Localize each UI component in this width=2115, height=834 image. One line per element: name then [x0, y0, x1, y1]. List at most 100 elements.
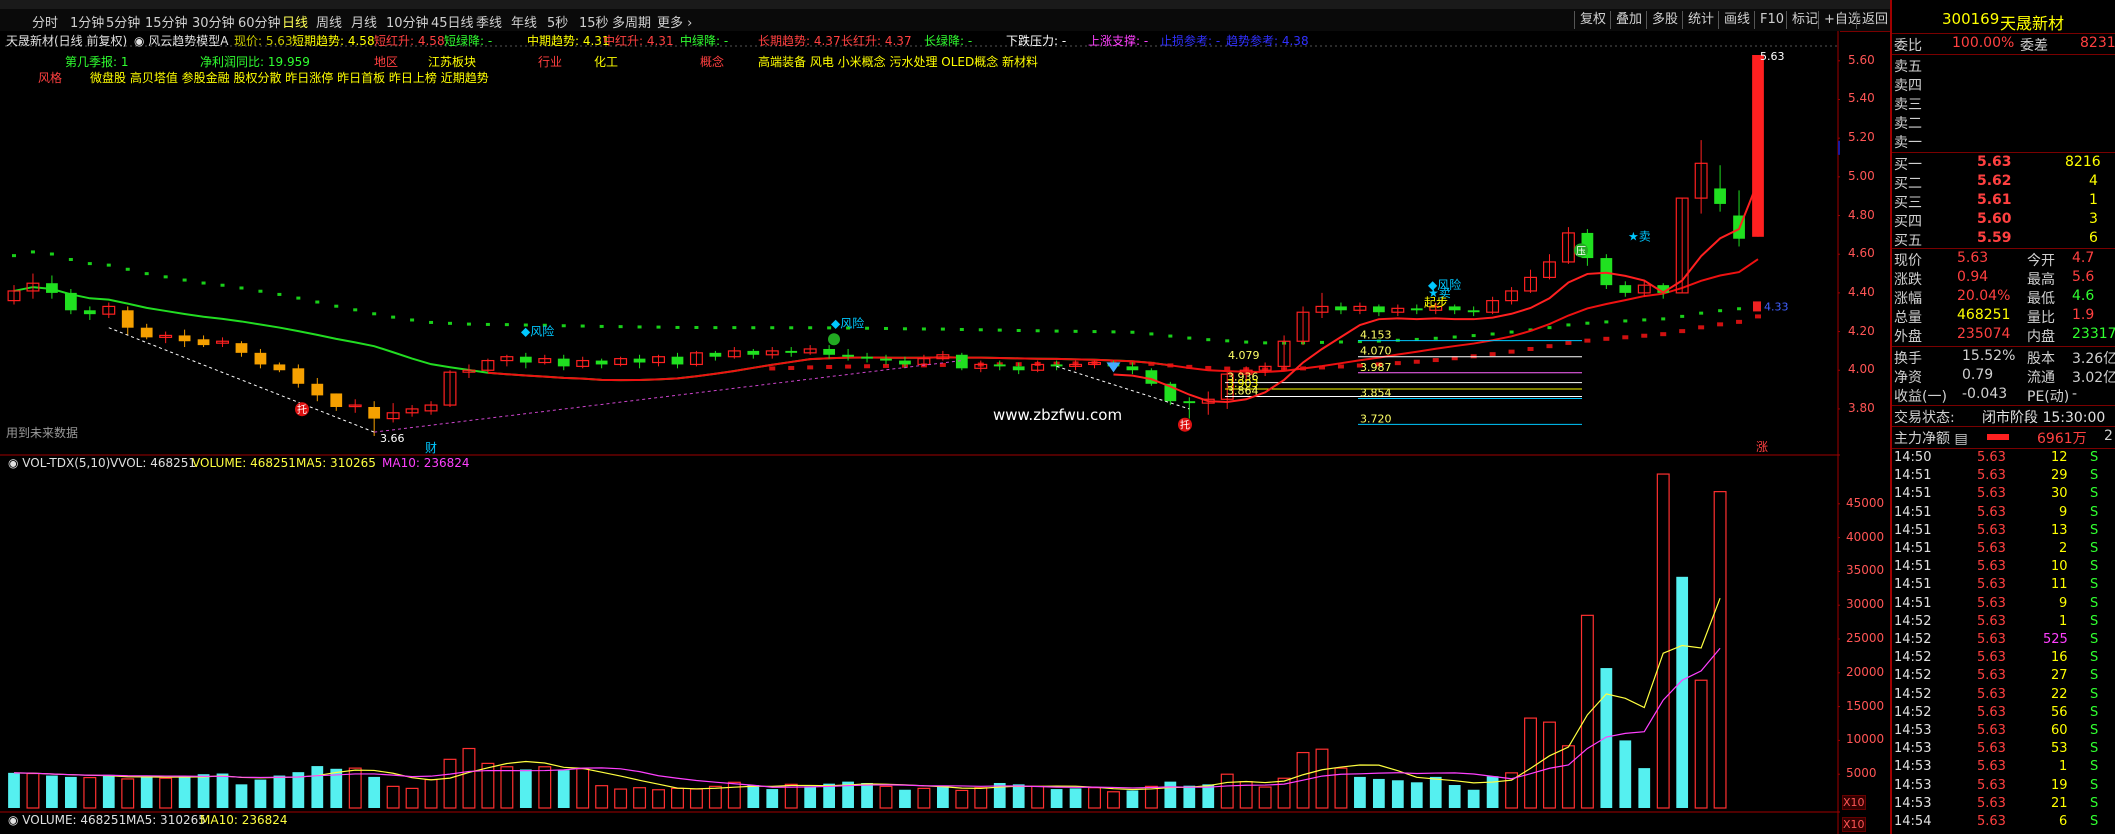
volume-bar: [254, 779, 267, 808]
support-dot: [1432, 358, 1439, 363]
long-trend-dot: [1661, 317, 1666, 321]
stat-value-b-2: 4.6: [2072, 288, 2095, 304]
toolbar-button-7[interactable]: +自选: [1818, 11, 1861, 29]
tick-time-11: 14:52: [1894, 650, 1932, 666]
support-dot: [769, 366, 776, 371]
stat-label-a-3: 总量: [1894, 310, 1922, 326]
high-price-label: 5.63: [1760, 50, 1785, 63]
period-tab-16[interactable]: 更多 ›: [657, 12, 692, 31]
period-tab-12[interactable]: 年线: [511, 12, 537, 31]
tick-row-11: 14:52 5.63 16 S: [1892, 650, 2115, 668]
tick-time-6: 14:51: [1894, 559, 1932, 575]
long-trend-dot: [182, 278, 187, 282]
toolbar-button-2[interactable]: 多股: [1646, 11, 1678, 29]
stat-label-a-4: 外盘: [1894, 329, 1922, 345]
period-tab-10[interactable]: 45日线: [431, 12, 474, 31]
long-trend-dot: [504, 323, 509, 327]
tick-vol-5: 2: [2059, 541, 2068, 556]
period-tab-14[interactable]: 15秒: [579, 12, 609, 31]
header-indicator-9: 长绿降: -: [924, 34, 973, 48]
period-tab-15[interactable]: 多周期: [612, 12, 651, 31]
period-tab-6[interactable]: 日线: [282, 12, 308, 31]
toolbar-button-5[interactable]: F10: [1754, 11, 1784, 29]
tick-side-11: S: [2090, 650, 2099, 666]
volume-header-1: VVOL: 468251: [110, 456, 197, 470]
toolbar-button-6[interactable]: 标记: [1786, 11, 1818, 29]
chart-area[interactable]: 4.1534.0703.9873.9363.9033.864 3.8543.720…: [0, 31, 1840, 834]
toolbar-button-3[interactable]: 统计: [1682, 11, 1714, 29]
tick-row-3: 14:51 5.63 9 S: [1892, 505, 2115, 523]
period-tab-13[interactable]: 5秒: [547, 12, 568, 31]
price-axis-label-7: 4.20: [1848, 323, 1875, 338]
tick-side-16: S: [2090, 741, 2099, 757]
zhuli-label: 主力净额 ▤: [1894, 431, 1968, 447]
long-trend-dot: [978, 328, 983, 332]
tick-time-10: 14:52: [1894, 632, 1932, 647]
tick-side-7: S: [2090, 577, 2099, 593]
tick-vol-20: 6: [2059, 814, 2068, 829]
period-tab-8[interactable]: 月线: [351, 12, 377, 31]
period-tab-7[interactable]: 周线: [316, 12, 342, 31]
volume-bar: [766, 789, 779, 808]
long-trend-dot: [201, 281, 206, 285]
long-trend-dot: [789, 326, 794, 330]
period-tab-0[interactable]: 分时: [32, 12, 58, 31]
ref-marker-box: [1753, 301, 1761, 312]
watermark: www.zbzfwu.com: [993, 406, 1122, 424]
long-trend-dot: [1490, 332, 1495, 336]
volume-bar: [1467, 789, 1480, 808]
toolbar-button-4[interactable]: 画线: [1718, 11, 1750, 29]
long-trend-dot: [997, 328, 1002, 332]
model-name: ◉ 风云趋势模型A: [134, 34, 229, 48]
period-tab-5[interactable]: 60分钟: [238, 12, 281, 31]
candle-body: [671, 356, 684, 365]
support-dot: [1337, 364, 1344, 369]
support-dot: [1546, 344, 1553, 349]
candle-body: [1372, 306, 1385, 313]
tick-side-1: S: [2090, 468, 2099, 484]
long-trend-dot: [1320, 340, 1324, 344]
header-indicator-4: 中期趋势: 4.31: [527, 34, 610, 48]
long-trend-dot: [1338, 340, 1343, 344]
bid-price-3: 5.60: [1977, 211, 2012, 227]
support-dot: [1622, 335, 1629, 340]
long-trend-dot: [1547, 326, 1552, 330]
volume-bar: [1012, 784, 1025, 808]
header-indicator-11: 上涨支撑: -: [1088, 34, 1149, 48]
long-trend-dot: [1604, 320, 1609, 324]
stat-value-a-1: 0.94: [1957, 269, 1989, 285]
volume-bar: [311, 766, 324, 808]
bid-label-4: 买五: [1894, 233, 1922, 249]
candle-body: [747, 350, 760, 355]
long-trend-dot: [485, 322, 490, 326]
header-indicator-0: 现价: 5.63: [234, 34, 293, 48]
stat2-label-a-1: 净资: [1894, 370, 1922, 386]
support-dot: [1736, 319, 1743, 324]
volume-axis-label-4: 25000: [1846, 631, 1885, 645]
toolbar-button-0[interactable]: 复权: [1574, 11, 1606, 29]
long-trend-dot: [921, 327, 926, 331]
support-dot: [1679, 329, 1686, 334]
period-tab-1[interactable]: 1分钟: [70, 12, 104, 31]
header-indicator-8: 长红升: 4.37: [841, 34, 912, 48]
price-axis-label-1: 5.40: [1848, 91, 1875, 106]
volume-header-3: MA5: 310265: [296, 456, 376, 470]
period-tab-11[interactable]: 季线: [476, 12, 502, 31]
volume-bar: [899, 789, 911, 808]
toolbar-button-1[interactable]: 叠加: [1610, 11, 1642, 29]
volume-bar: [140, 776, 153, 808]
tick-side-19: S: [2090, 795, 2099, 811]
header-indicator-6: 中绿降: -: [680, 34, 729, 48]
tick-time-15: 14:53: [1894, 723, 1932, 738]
period-tab-2[interactable]: 5分钟: [106, 12, 140, 31]
toolbar-button-8[interactable]: 返回: [1856, 11, 1888, 29]
period-tab-3[interactable]: 15分钟: [145, 12, 188, 31]
volume-header-4: MA10: 236824: [382, 456, 470, 470]
period-tab-9[interactable]: 10分钟: [386, 12, 429, 31]
volume-footer-1: MA5: 310265: [126, 813, 206, 827]
period-tab-4[interactable]: 30分钟: [192, 12, 235, 31]
support-dot: [1603, 336, 1610, 341]
ref-marker-label: 4.33: [1764, 300, 1789, 313]
tick-row-4: 14:51 5.63 13 S: [1892, 523, 2115, 541]
long-trend-dot: [466, 322, 471, 326]
